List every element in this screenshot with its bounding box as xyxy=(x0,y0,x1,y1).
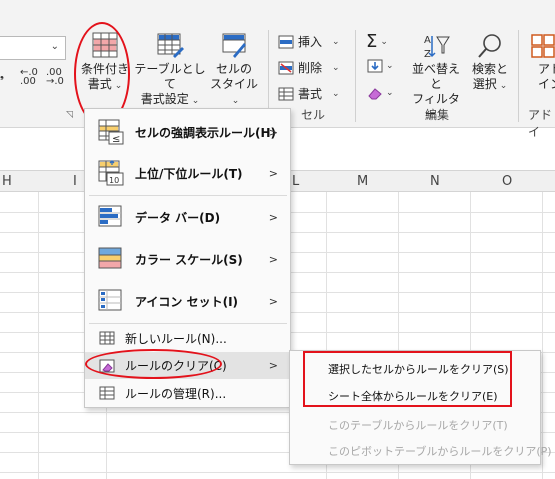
chevron-right-icon: > xyxy=(268,252,278,266)
comma-style-icon[interactable]: ❟ xyxy=(0,70,4,81)
column-header-o[interactable]: O xyxy=(502,174,512,189)
find-select-label-2: 選択 xyxy=(472,77,497,91)
data-bars-icon xyxy=(98,205,122,227)
menu-item-label: データ バー(D) xyxy=(135,210,221,225)
column-header-i[interactable]: I xyxy=(73,174,77,189)
sort-filter-label-1: 並べ替えと xyxy=(411,62,460,91)
chevron-down-icon: ⌄ xyxy=(50,41,59,52)
chevron-down-icon: ⌄ xyxy=(332,36,340,47)
column-header-l[interactable]: L xyxy=(292,174,299,189)
menu-item-label: アイコン セット(I) xyxy=(135,294,239,309)
format-label: 書式 xyxy=(298,87,323,101)
delete-label: 削除 xyxy=(298,61,323,75)
delete-button[interactable]: 削除 ⌄ xyxy=(278,59,340,76)
chevron-down-icon: ⌄ xyxy=(191,96,200,106)
increase-decimal-button[interactable]: ←.0.00 xyxy=(20,68,38,87)
autosum-button[interactable]: Σ ⌄ xyxy=(366,31,388,52)
clear-button[interactable]: ⌄ xyxy=(367,86,394,100)
number-format-dropdown[interactable]: ⌄ xyxy=(0,36,66,60)
highlight-cells-rules-icon: ≤ xyxy=(98,119,124,145)
svg-text:≤: ≤ xyxy=(112,134,120,145)
menu-item-color-scales[interactable]: カラー スケール(S) > xyxy=(85,239,290,279)
addins-group-label: アドイ xyxy=(528,108,553,139)
number-dialog-launcher-icon[interactable]: ◹ xyxy=(66,110,73,120)
column-header-m[interactable]: M xyxy=(357,174,368,189)
column-header-n[interactable]: N xyxy=(430,174,440,189)
submenu-item-clear-pivot-table: このピボットテーブルからルールをクリア(P) xyxy=(328,445,552,458)
menu-item-label: 新しいルール(N)... xyxy=(125,331,227,346)
chevron-down-icon: ⌄ xyxy=(386,88,394,98)
eraser-icon xyxy=(368,88,382,100)
menu-item-icon-sets[interactable]: アイコン セット(I) > xyxy=(85,281,290,321)
editing-group-label: 編集 xyxy=(425,108,450,122)
menu-item-label: セルの強調表示ルール(H) xyxy=(135,125,277,140)
chevron-right-icon: > xyxy=(268,210,278,224)
chevron-down-icon: ⌄ xyxy=(332,88,340,99)
manage-rules-icon xyxy=(99,386,115,400)
insert-cells-icon xyxy=(278,35,294,48)
menu-separator xyxy=(89,195,287,196)
menu-separator xyxy=(89,323,287,324)
cell-styles-label-2: スタイル xyxy=(209,77,258,91)
addins-button[interactable]: アド イン xyxy=(524,32,555,92)
chevron-down-icon: ⌄ xyxy=(332,62,340,73)
sigma-icon: Σ xyxy=(366,31,378,52)
addins-label-2: イン xyxy=(538,77,555,91)
format-cells-icon xyxy=(278,87,294,100)
delete-cells-icon xyxy=(278,61,294,74)
group-divider xyxy=(518,30,519,122)
menu-item-manage-rules[interactable]: ルールの管理(R)... xyxy=(85,380,290,406)
format-as-table-label-2: 書式設定 xyxy=(140,92,189,106)
annotation-circle-clear-rules xyxy=(85,349,222,379)
addins-icon xyxy=(531,34,555,58)
chevron-right-icon: > xyxy=(268,166,278,180)
menu-item-label: 上位/下位ルール(T) xyxy=(135,166,243,181)
color-scales-icon xyxy=(98,247,122,269)
cells-group-label: セル xyxy=(301,108,326,122)
group-divider xyxy=(355,30,356,122)
insert-button[interactable]: 挿入 ⌄ xyxy=(278,33,340,50)
search-icon xyxy=(478,34,501,58)
menu-item-label: カラー スケール(S) xyxy=(135,252,243,267)
chevron-right-icon: > xyxy=(268,359,278,372)
fill-button[interactable]: ⌄ xyxy=(367,59,394,73)
ribbon-tab-strip xyxy=(0,0,555,20)
menu-item-top-bottom-rules[interactable]: 10 上位/下位ルール(T) > xyxy=(85,153,290,193)
annotation-box-enabled-options xyxy=(303,351,512,407)
menu-item-data-bars[interactable]: データ バー(D) > xyxy=(85,197,290,237)
menu-item-highlight-cells-rules[interactable]: ≤ セルの強調表示ルール(H) > xyxy=(85,113,290,151)
find-select-button[interactable]: 検索と 選択 ⌄ xyxy=(467,32,513,94)
chevron-right-icon: > xyxy=(268,125,278,139)
cell-styles-icon xyxy=(222,33,246,58)
sort-filter-icon: A Z xyxy=(424,35,450,60)
table-format-icon xyxy=(157,33,184,58)
chevron-down-icon: ⌄ xyxy=(380,36,388,47)
decrease-decimal-button[interactable]: .00 →.0 xyxy=(46,68,64,87)
find-select-label-1: 検索と xyxy=(471,62,508,76)
grid-line xyxy=(542,192,543,479)
column-header-h[interactable]: H xyxy=(2,174,12,189)
insert-label: 挿入 xyxy=(298,35,323,49)
chevron-down-icon: ⌄ xyxy=(499,81,508,91)
svg-text:10: 10 xyxy=(109,176,119,185)
svg-text:A: A xyxy=(424,35,431,46)
grid-line xyxy=(38,192,39,479)
icon-sets-icon xyxy=(98,289,122,311)
grid-line xyxy=(0,472,555,473)
menu-item-label: ルールの管理(R)... xyxy=(125,386,227,401)
cell-styles-button[interactable]: セルの スタイル ⌄ xyxy=(206,30,262,109)
chevron-down-icon: ⌄ xyxy=(386,61,394,71)
format-as-table-button[interactable]: テーブルとして 書式設定 ⌄ xyxy=(134,30,206,109)
menu-item-new-rule[interactable]: 新しいルール(N)... xyxy=(85,325,290,351)
cell-styles-label-1: セルの xyxy=(215,62,252,76)
format-button[interactable]: 書式 ⌄ xyxy=(278,85,340,102)
top-bottom-rules-icon: 10 xyxy=(98,160,124,186)
submenu-item-clear-table: このテーブルからルールをクリア(T) xyxy=(328,419,508,432)
chevron-down-icon: ⌄ xyxy=(231,96,240,106)
fill-down-icon xyxy=(367,59,383,73)
new-rule-icon xyxy=(99,331,115,345)
chevron-right-icon: > xyxy=(268,294,278,308)
addins-label-1: アド xyxy=(538,62,555,76)
format-as-table-label-1: テーブルとして xyxy=(134,62,206,91)
